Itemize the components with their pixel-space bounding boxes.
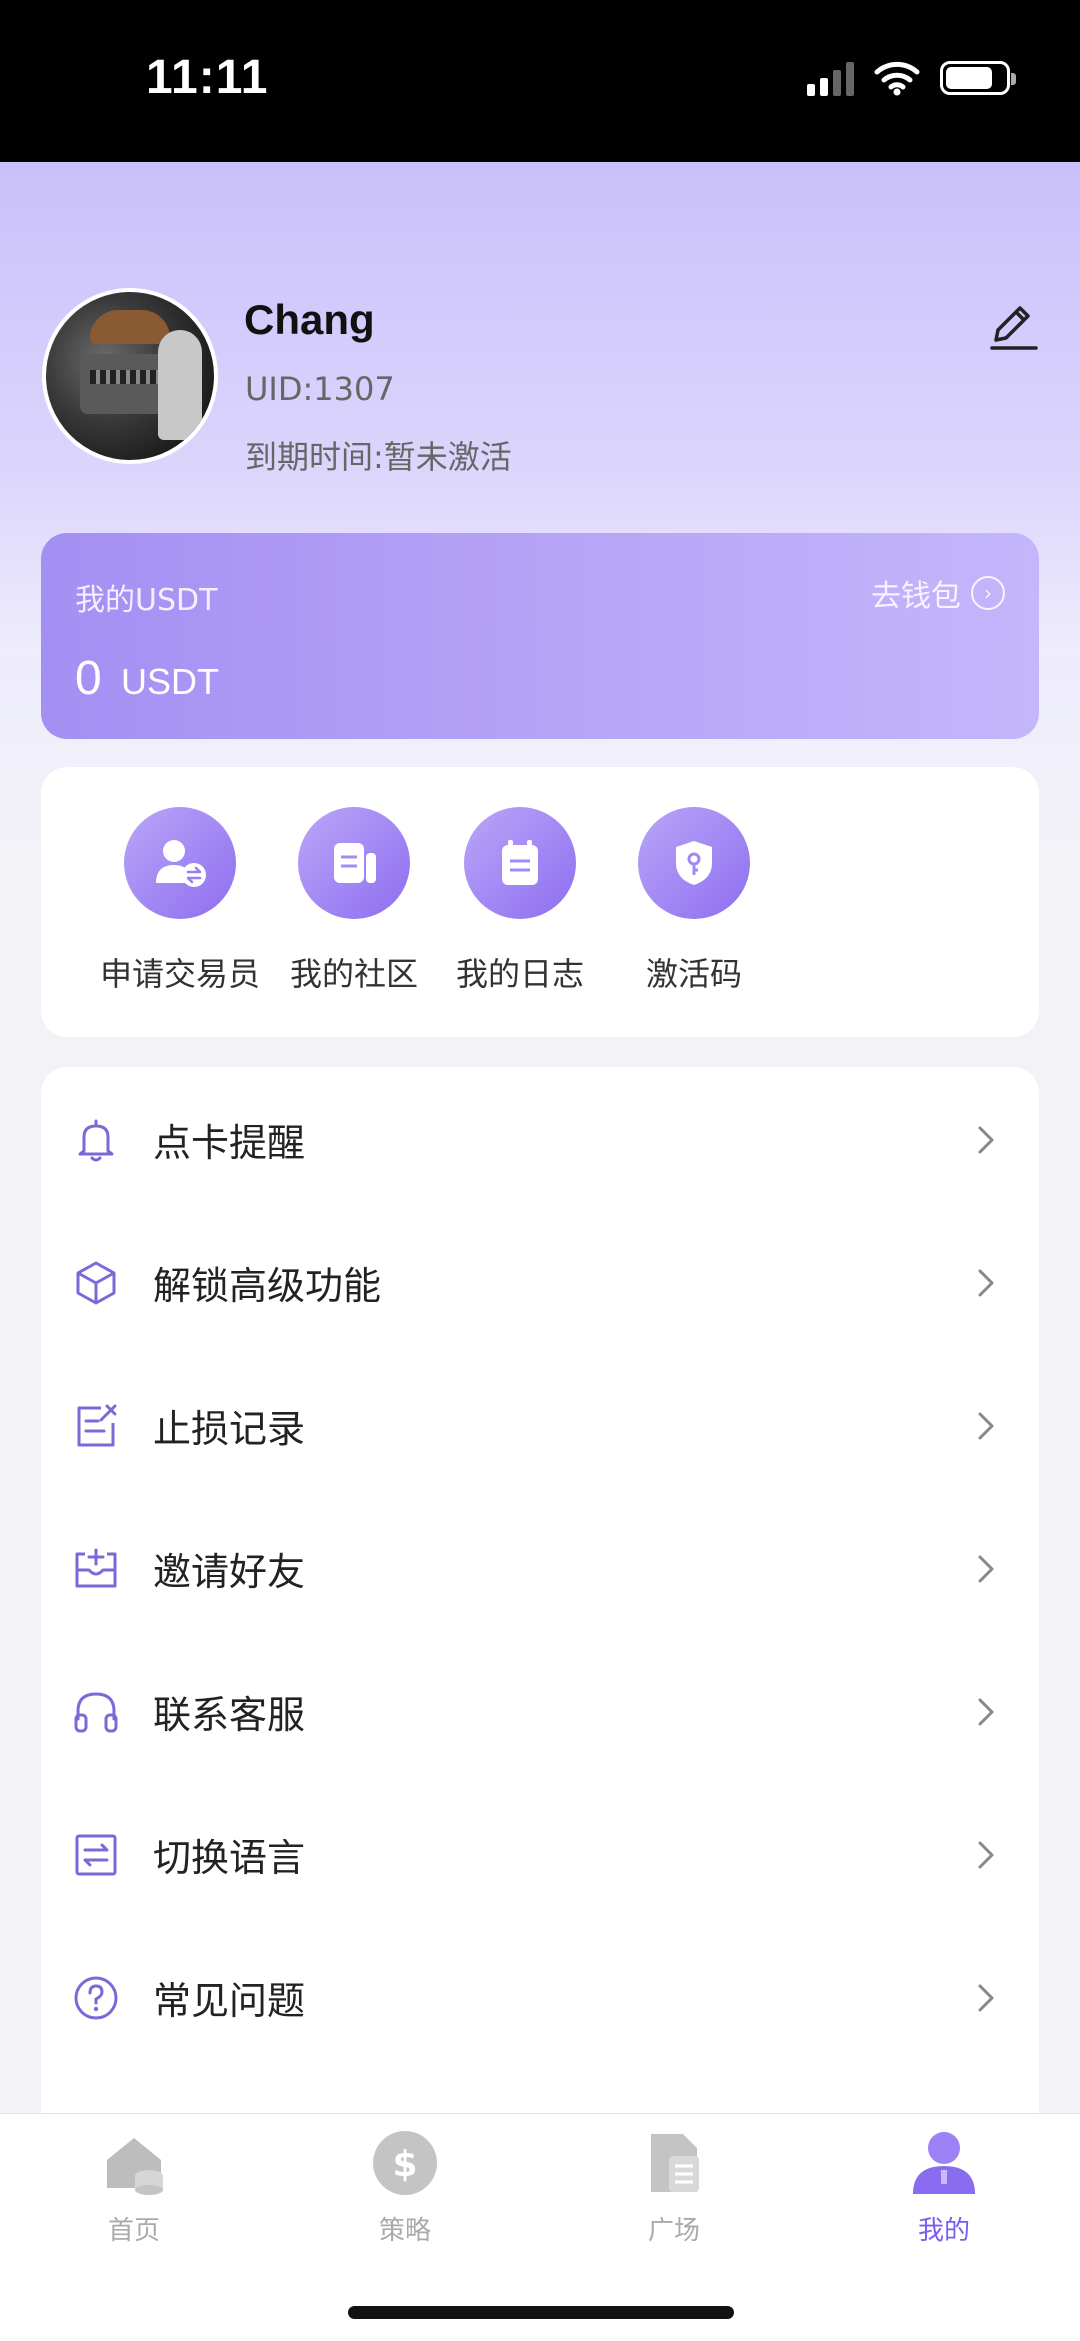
shortcut-my-journal[interactable]: 我的日志 <box>420 807 620 995</box>
avatar[interactable] <box>42 288 218 464</box>
status-time: 11:11 <box>146 51 269 104</box>
menu-item-customer-service[interactable]: 联系客服 <box>41 1640 1039 1783</box>
user-icon <box>913 2132 975 2194</box>
chevron-right-icon <box>978 1555 994 1582</box>
menu-label: 联系客服 <box>153 1693 306 1737</box>
tab-label: 我的 <box>917 2216 970 2246</box>
menu-label: 邀请好友 <box>153 1550 306 1594</box>
wallet-card[interactable]: 我的USDT 去钱包 › 0 USDT <box>41 533 1039 739</box>
chevron-right-icon <box>978 1984 994 2011</box>
menu-item-faq[interactable]: 常见问题 <box>41 1926 1039 2069</box>
wallet-balance: 0 USDT <box>75 651 219 706</box>
bell-icon <box>78 1119 114 1161</box>
cube-icon <box>76 1261 116 1304</box>
home-indicator <box>348 2306 734 2319</box>
wifi-icon <box>874 61 920 96</box>
home-icon <box>107 2138 163 2195</box>
menu-item-switch-language[interactable]: 切换语言 <box>41 1783 1039 1926</box>
menu-label: 常见问题 <box>153 1979 306 2023</box>
wallet-amount: 0 <box>75 652 102 705</box>
tab-label: 首页 <box>107 2216 160 2246</box>
switch-language-icon <box>75 1834 117 1875</box>
menu-label: 止损记录 <box>153 1407 306 1451</box>
trader-apply-icon <box>124 807 236 919</box>
document-icon <box>651 2134 699 2192</box>
menu-item-invite-friends[interactable]: 邀请好友 <box>41 1497 1039 1640</box>
tab-square[interactable]: 广场 <box>594 2128 754 2247</box>
activation-code-icon <box>638 807 750 919</box>
note-icon <box>77 1404 117 1446</box>
invite-inbox-icon <box>75 1548 117 1587</box>
chevron-right-icon <box>978 1412 994 1439</box>
tab-label: 策略 <box>378 2216 431 2246</box>
chevron-right-icon <box>978 1269 994 1296</box>
battery-icon <box>940 61 1016 95</box>
journal-icon <box>464 807 576 919</box>
tab-mine[interactable]: 我的 <box>864 2128 1024 2247</box>
menu-label: 点卡提醒 <box>153 1121 306 1165</box>
menu-item-punch-reminder[interactable]: 点卡提醒 <box>41 1068 1039 1211</box>
tab-strategy[interactable]: $ 策略 <box>325 2128 485 2247</box>
status-bar: 11:11 <box>0 0 1080 162</box>
shortcut-activation-code[interactable]: 激活码 <box>594 807 794 995</box>
headset-icon <box>74 1691 118 1732</box>
shortcut-label: 申请交易员 <box>99 955 260 993</box>
menu-item-unlock-premium[interactable]: 解锁高级功能 <box>41 1211 1039 1354</box>
tab-label: 广场 <box>647 2216 700 2246</box>
shortcut-label: 激活码 <box>645 955 742 993</box>
go-to-wallet-label: 去钱包 <box>871 579 961 614</box>
svg-text:$: $ <box>392 2144 417 2185</box>
chevron-right-icon <box>978 1841 994 1868</box>
edit-icon[interactable] <box>986 300 1042 356</box>
dollar-icon: $ <box>373 2131 437 2195</box>
cellular-signal-icon <box>807 60 854 96</box>
community-icon <box>298 807 410 919</box>
user-name: Chang <box>244 296 375 343</box>
user-uid: UID:1307 <box>245 370 395 408</box>
menu-label: 切换语言 <box>153 1836 306 1880</box>
status-icons <box>807 60 1016 96</box>
shortcut-apply-trader[interactable]: 申请交易员 <box>80 807 280 995</box>
wallet-title: 我的USDT <box>75 583 218 618</box>
menu-label: 解锁高级功能 <box>153 1264 382 1308</box>
go-to-wallet-link[interactable]: 去钱包 › <box>871 571 1005 615</box>
settings-menu: 点卡提醒 解锁高级功能 止损记录 邀请好友 联系客服 切换语言 常见问题 <box>41 1067 1039 2127</box>
shortcut-grid: 申请交易员 我的社区 我的日志 激活码 <box>41 767 1039 1037</box>
profile-header-background <box>0 162 1080 862</box>
question-icon <box>74 1976 118 2019</box>
wallet-unit: USDT <box>121 661 220 702</box>
shortcut-label: 我的日志 <box>455 955 584 993</box>
chevron-right-icon <box>978 1126 994 1153</box>
tab-home[interactable]: 首页 <box>54 2128 214 2247</box>
chevron-right-circle-icon: › <box>971 576 1005 610</box>
membership-expiry: 到期时间:暂未激活 <box>245 438 512 476</box>
menu-item-stop-loss-records[interactable]: 止损记录 <box>41 1354 1039 1497</box>
chevron-right-icon <box>978 1698 994 1725</box>
